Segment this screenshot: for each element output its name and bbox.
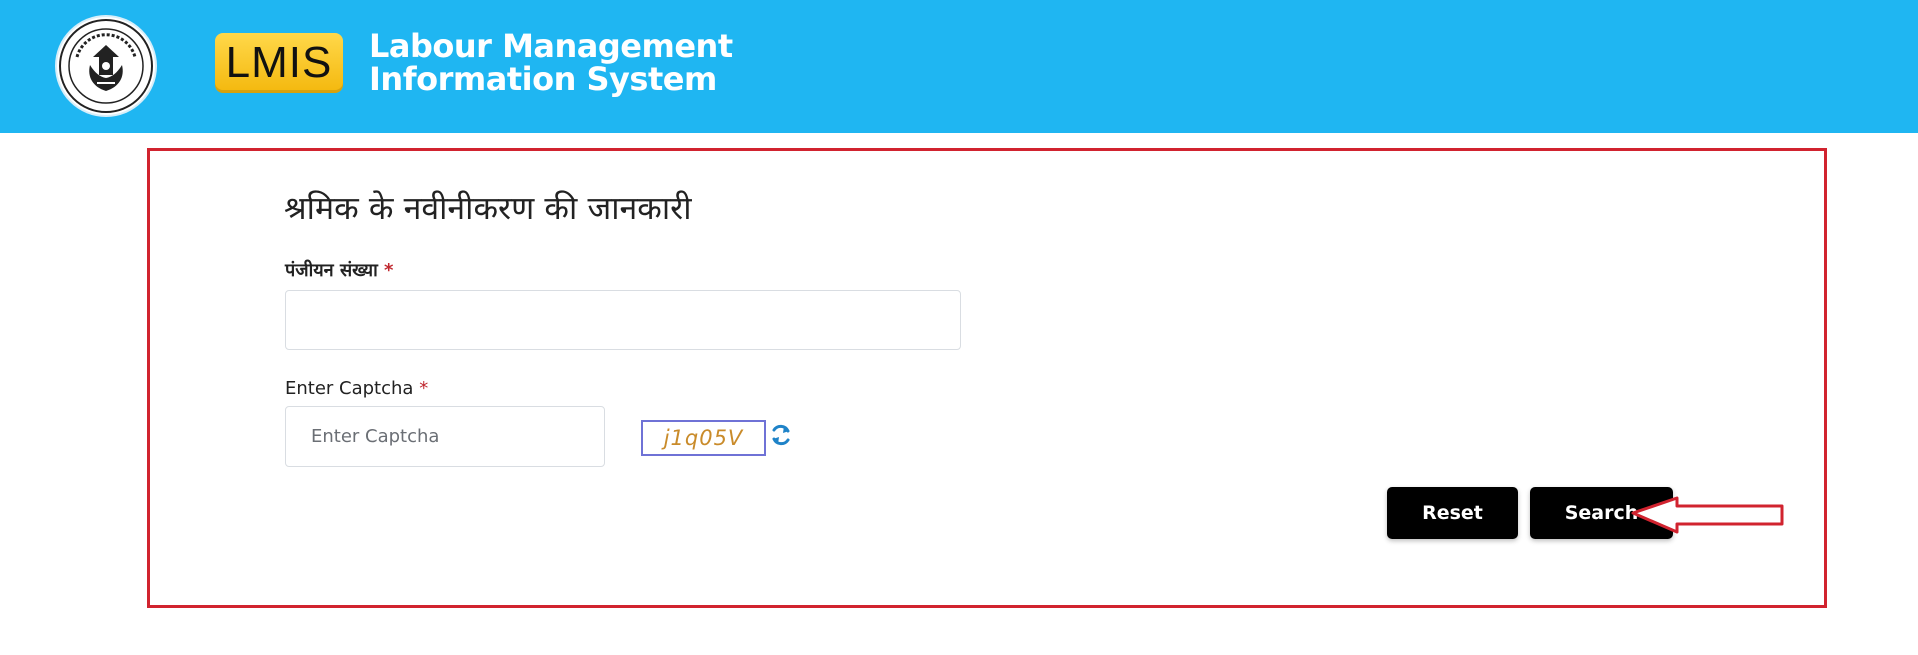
reset-button[interactable]: Reset xyxy=(1387,487,1518,539)
header-bar: LMIS Labour Management Information Syste… xyxy=(0,0,1918,133)
lmis-logo[interactable]: LMIS xyxy=(215,33,343,93)
brand-title-line1: Labour Management xyxy=(369,27,733,65)
red-arrow-icon xyxy=(1631,496,1784,534)
refresh-icon[interactable] xyxy=(770,423,792,447)
page: LMIS Labour Management Information Syste… xyxy=(0,0,1918,655)
registration-number-label: पंजीयन संख्या * xyxy=(285,258,393,282)
brand-title-line2: Information System xyxy=(369,60,717,98)
captcha-input[interactable] xyxy=(285,406,605,467)
captcha-image: j1q05V xyxy=(641,420,766,456)
brand-title: Labour Management Information System xyxy=(369,30,733,96)
page-title: श्रमिक के नवीनीकरण की जानकारी xyxy=(284,189,692,227)
required-mark: * xyxy=(419,378,429,399)
captcha-label-text: Enter Captcha xyxy=(285,378,414,399)
registration-number-input[interactable] xyxy=(285,290,961,350)
required-mark: * xyxy=(384,260,394,281)
captcha-label: Enter Captcha * xyxy=(285,378,428,399)
up-government-seal-icon[interactable] xyxy=(57,17,155,115)
registration-number-label-text: पंजीयन संख्या xyxy=(285,260,378,281)
